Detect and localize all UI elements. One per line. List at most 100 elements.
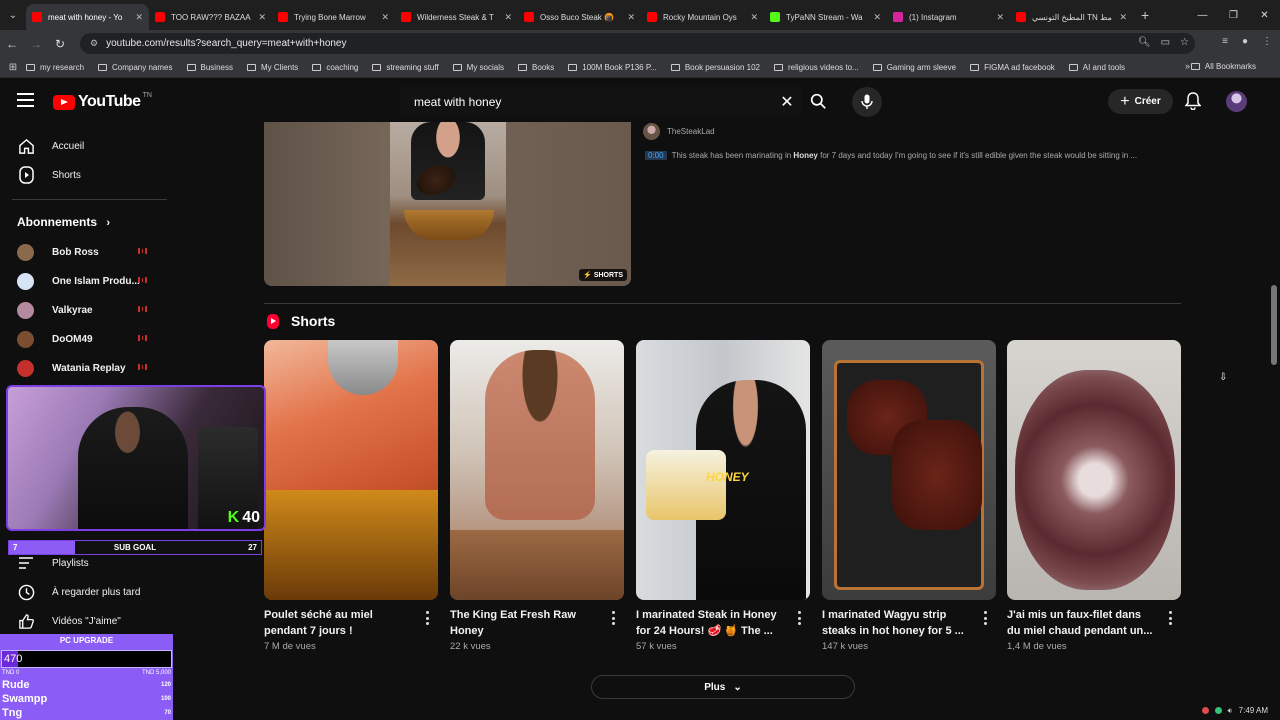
short-card[interactable]: HONEY I marinated Steak in Honey for 24 … xyxy=(636,340,810,652)
bookmark-folder[interactable]: My Clients xyxy=(246,63,298,72)
scrollbar[interactable] xyxy=(1268,124,1280,704)
reload-icon[interactable]: ↻ xyxy=(48,37,72,51)
bookmark-folder[interactable]: streaming stuff xyxy=(372,63,439,72)
minimize-icon[interactable]: — xyxy=(1187,10,1218,21)
short-thumbnail[interactable] xyxy=(822,340,996,600)
browser-tab[interactable]: Trying Bone Marrow ✕ xyxy=(272,4,395,30)
bookmark-folder[interactable]: Gaming arm sleeve xyxy=(872,63,956,72)
new-tab-icon[interactable]: + xyxy=(1141,7,1149,23)
bookmark-folder[interactable]: my research xyxy=(26,63,84,72)
bookmark-folder[interactable]: 100M Book P136 P... xyxy=(568,63,657,72)
browser-tab[interactable]: (1) Instagram ✕ xyxy=(887,4,1010,30)
result-snippet[interactable]: 0:00 This steak has been marinating in Ho… xyxy=(645,151,1185,160)
forward-icon[interactable]: → xyxy=(24,37,48,51)
chapter-timestamp[interactable]: 0:00 xyxy=(645,151,667,160)
more-options-icon[interactable] xyxy=(1167,611,1173,625)
browser-tab[interactable]: Wilderness Steak & T ✕ xyxy=(395,4,518,30)
short-title[interactable]: I marinated Steak in Honey for 24 Hours!… xyxy=(636,607,786,639)
bookmark-star-icon[interactable]: ☆ xyxy=(1180,37,1189,48)
bookmark-folder[interactable]: FIGMA ad facebook xyxy=(970,63,1055,72)
subscription-item[interactable]: Bob Ross xyxy=(17,240,167,264)
more-options-icon[interactable] xyxy=(424,611,430,625)
browser-tab[interactable]: TyPaNN Stream - Wa ✕ xyxy=(764,4,887,30)
short-title[interactable]: J'ai mis un faux-filet dans du miel chau… xyxy=(1007,607,1157,639)
browser-tab[interactable]: Rocky Mountain Oys ✕ xyxy=(641,4,764,30)
url-field[interactable]: ⚙ youtube.com/results?search_query=meat+… xyxy=(80,33,1195,54)
browser-tab[interactable]: meat with honey - Yo ✕ xyxy=(26,4,149,30)
browser-tab[interactable]: المطبخ التونسي TN مط ✕ xyxy=(1010,4,1133,30)
apps-grid-icon[interactable]: ⊞ xyxy=(0,62,26,73)
close-tab-icon[interactable]: ✕ xyxy=(750,12,758,23)
search-input[interactable]: meat with honey ✕ xyxy=(400,87,802,116)
close-tab-icon[interactable]: ✕ xyxy=(504,12,512,23)
more-options-icon[interactable] xyxy=(610,611,616,625)
sidebar-item-liked[interactable]: Vidéos "J'aime" xyxy=(0,606,170,636)
short-thumbnail[interactable] xyxy=(264,340,438,600)
result-thumbnail[interactable]: ⚡ SHORTS xyxy=(264,122,631,286)
short-card[interactable]: Poulet séché au miel pendant 7 jours ! 7… xyxy=(264,340,438,652)
sidebar-item-home[interactable]: Accueil xyxy=(0,131,170,161)
subscriptions-heading[interactable]: Abonnements › xyxy=(17,215,110,229)
youtube-logo[interactable]: YouTube TN xyxy=(53,92,152,111)
short-card[interactable]: The King Eat Fresh Raw Honey 22 k vues xyxy=(450,340,624,652)
clear-search-icon[interactable]: ✕ xyxy=(772,92,802,112)
short-title[interactable]: I marinated Wagyu strip steaks in hot ho… xyxy=(822,607,972,639)
volume-icon[interactable]: 🔉︎ xyxy=(1228,706,1233,716)
short-card[interactable]: J'ai mis un faux-filet dans du miel chau… xyxy=(1007,340,1181,652)
bookmark-folder[interactable]: Business xyxy=(186,63,233,72)
subscription-item[interactable]: DoOM49 xyxy=(17,327,167,351)
zoom-icon[interactable]: 🔍︎ xyxy=(1138,37,1151,48)
account-avatar[interactable] xyxy=(1226,91,1247,112)
maximize-icon[interactable]: ❐ xyxy=(1218,10,1249,21)
browser-tab[interactable]: TOO RAW??? BAZAA ✕ xyxy=(149,4,272,30)
more-bookmarks-icon[interactable]: » xyxy=(1185,61,1190,71)
close-tab-icon[interactable]: ✕ xyxy=(627,12,635,23)
short-thumbnail[interactable] xyxy=(1007,340,1181,600)
hamburger-menu-icon[interactable] xyxy=(17,93,34,107)
site-info-icon[interactable]: ⚙ xyxy=(90,38,98,49)
short-title[interactable]: The King Eat Fresh Raw Honey xyxy=(450,607,600,639)
close-tab-icon[interactable]: ✕ xyxy=(381,12,389,23)
cast-icon[interactable]: ▭ xyxy=(1161,37,1170,48)
create-button[interactable]: + Créer xyxy=(1108,89,1173,114)
voice-search-button[interactable] xyxy=(852,87,882,117)
bookmark-folder[interactable]: coaching xyxy=(312,63,358,72)
all-bookmarks-folder[interactable]: All Bookmarks xyxy=(1190,62,1256,71)
bookmark-folder[interactable]: religious videos to... xyxy=(774,63,859,72)
scrollbar-thumb[interactable] xyxy=(1271,285,1277,365)
show-more-button[interactable]: Plus ⌄ xyxy=(591,675,855,699)
sidebar-item-watch-later[interactable]: À regarder plus tard xyxy=(0,577,170,607)
close-window-icon[interactable]: ✕ xyxy=(1249,10,1280,21)
browser-tab[interactable]: Osso Buco Steak 🍘 ✕ xyxy=(518,4,641,30)
close-tab-icon[interactable]: ✕ xyxy=(135,12,143,23)
browser-menu-icon[interactable]: ⋮ xyxy=(1262,36,1272,47)
bookmark-folder[interactable]: My socials xyxy=(452,63,504,72)
bookmark-folder[interactable]: AI and tools xyxy=(1068,63,1125,72)
result-channel[interactable]: TheSteakLad xyxy=(643,123,715,140)
close-tab-icon[interactable]: ✕ xyxy=(873,12,881,23)
back-icon[interactable]: ← xyxy=(0,37,24,51)
tray-app-icon[interactable] xyxy=(1214,707,1222,714)
close-tab-icon[interactable]: ✕ xyxy=(258,12,266,23)
bookmark-folder[interactable]: Book persuasion 102 xyxy=(670,63,760,72)
profile-icon[interactable]: ● xyxy=(1242,36,1248,47)
tab-search-icon[interactable]: ⌄ xyxy=(0,10,26,21)
subscription-item[interactable]: Valkyrae xyxy=(17,298,167,322)
close-tab-icon[interactable]: ✕ xyxy=(996,12,1004,23)
bookmark-folder[interactable]: Books xyxy=(518,63,554,72)
search-button[interactable] xyxy=(802,87,834,116)
notifications-bell-icon[interactable] xyxy=(1184,92,1202,115)
close-tab-icon[interactable]: ✕ xyxy=(1119,12,1127,23)
subscription-item[interactable]: Watania Replay xyxy=(17,356,167,380)
media-controls-icon[interactable]: ≡ xyxy=(1222,36,1228,47)
short-thumbnail[interactable]: HONEY xyxy=(636,340,810,600)
short-card[interactable]: I marinated Wagyu strip steaks in hot ho… xyxy=(822,340,996,652)
short-thumbnail[interactable] xyxy=(450,340,624,600)
sidebar-item-shorts[interactable]: Shorts xyxy=(0,160,170,190)
tray-app-icon[interactable] xyxy=(1201,707,1209,714)
short-title[interactable]: Poulet séché au miel pendant 7 jours ! xyxy=(264,607,414,639)
subscription-item[interactable]: One Islam Produ... xyxy=(17,269,167,293)
bookmark-folder[interactable]: Company names xyxy=(98,63,173,72)
more-options-icon[interactable] xyxy=(982,611,988,625)
more-options-icon[interactable] xyxy=(796,611,802,625)
